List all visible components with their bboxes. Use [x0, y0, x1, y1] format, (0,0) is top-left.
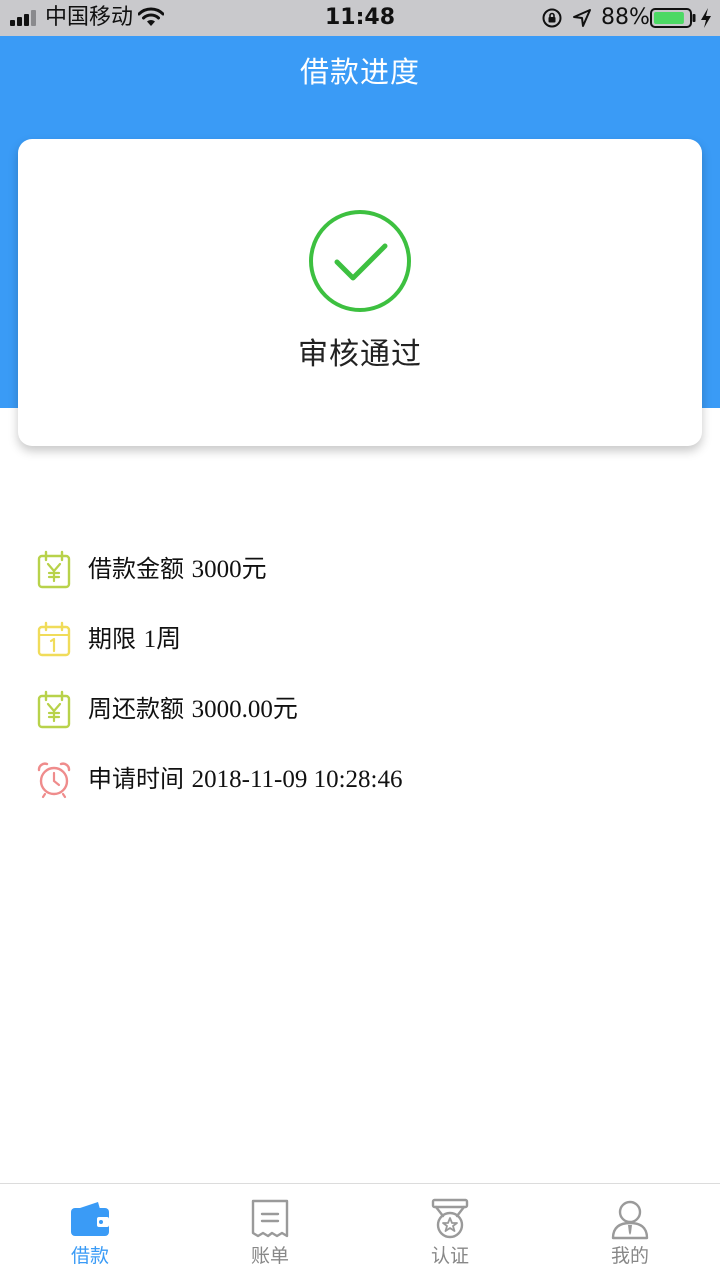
loan-term-value: 1周 [143, 626, 182, 653]
alarm-clock-icon [37, 762, 71, 799]
status-bar: 中国移动 11:48 88% [0, 0, 720, 36]
application-time-row: 申请时间 2018-11-09 10:28:46 [36, 760, 696, 800]
tab-verification-label: 认证 [430, 1245, 469, 1267]
weekly-repayment-value: 3000.00元 [191, 696, 298, 723]
wallet-icon [71, 1202, 109, 1236]
review-status-card: 审核通过 [18, 139, 702, 446]
tab-profile[interactable]: 我的 [540, 1184, 720, 1280]
application-time-value: 2018-11-09 10:28:46 [191, 766, 403, 793]
tab-bills-label: 账单 [250, 1245, 289, 1267]
battery-icon [650, 8, 696, 28]
review-status-text: 审核通过 [298, 337, 422, 372]
tab-loan-label: 借款 [70, 1245, 109, 1267]
charging-bolt-icon [701, 8, 711, 28]
application-time-label: 申请时间 [88, 765, 184, 793]
tab-bar: 借款 账单 认证 我的 [0, 1183, 720, 1280]
bill-icon [251, 1199, 289, 1238]
loan-term-label: 期限 [88, 625, 136, 653]
loan-amount-label: 借款金额 [88, 555, 184, 583]
loan-amount-row: 借款金额 3000元 [36, 550, 696, 590]
location-arrow-icon [573, 9, 591, 27]
calendar-yen-icon [37, 690, 71, 729]
weekly-repayment-row: 周还款额 3000.00元 [36, 690, 696, 730]
tab-bills[interactable]: 账单 [180, 1184, 360, 1280]
user-icon [611, 1200, 649, 1240]
calendar-yen-icon [37, 550, 71, 589]
calendar-one-icon [37, 621, 71, 657]
tab-loan[interactable]: 借款 [0, 1184, 180, 1280]
loan-amount-value: 3000元 [191, 556, 267, 583]
page-title: 借款进度 [299, 55, 420, 89]
battery-percent: 88% [601, 5, 650, 30]
tab-profile-label: 我的 [610, 1245, 649, 1267]
check-circle-icon [309, 210, 411, 312]
badge-icon [431, 1198, 469, 1239]
weekly-repayment-label: 周还款额 [88, 695, 184, 723]
rotation-lock-icon [542, 8, 562, 28]
tab-verification[interactable]: 认证 [360, 1184, 540, 1280]
loan-term-row: 期限 1周 [36, 620, 696, 660]
